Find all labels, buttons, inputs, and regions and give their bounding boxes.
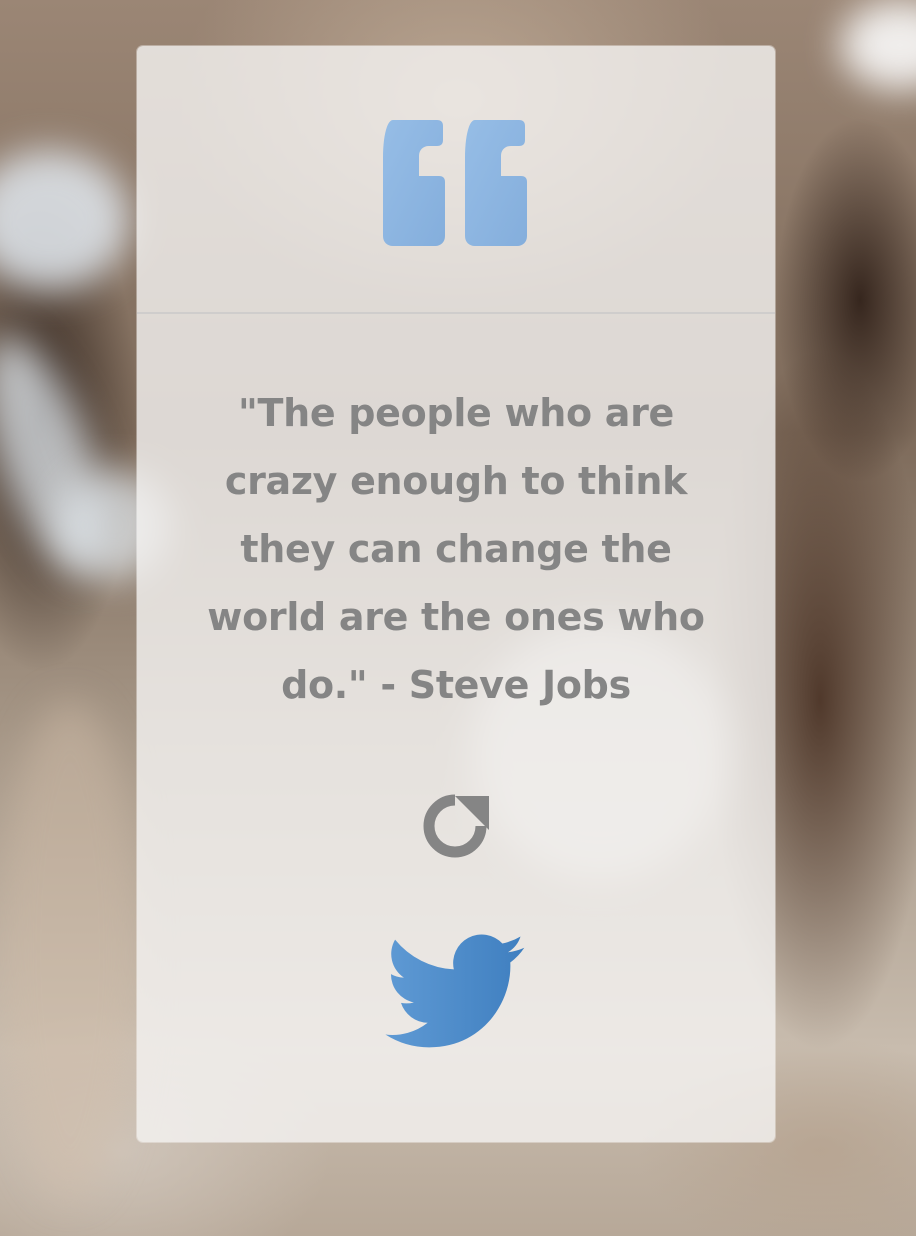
twitter-icon bbox=[385, 934, 525, 1054]
tweet-quote-button[interactable] bbox=[383, 932, 527, 1056]
quote-card: "The people who are crazy enough to thin… bbox=[137, 46, 775, 1142]
refresh-icon bbox=[419, 790, 491, 866]
quote-text: "The people who are crazy enough to thin… bbox=[207, 391, 705, 707]
quote-card-header bbox=[137, 46, 775, 314]
quote-left-icon bbox=[383, 120, 527, 246]
new-quote-button[interactable] bbox=[415, 788, 495, 868]
